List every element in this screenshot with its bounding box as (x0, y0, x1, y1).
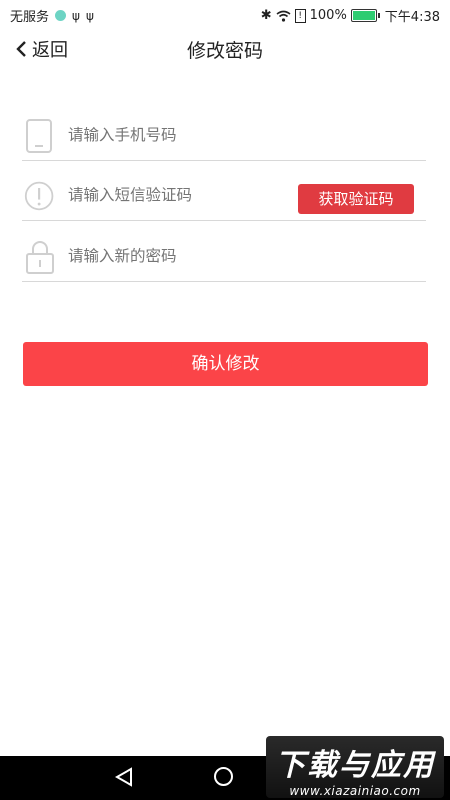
status-left: 无服务 ψ ψ (10, 6, 94, 26)
phone-field (22, 104, 426, 161)
watermark-main: 下载与应用 (275, 748, 435, 783)
code-field: 获取验证码 (22, 164, 426, 221)
exclamation-circle-icon (24, 181, 54, 211)
battery-icon (350, 9, 380, 22)
usb-icon: ψ (85, 8, 94, 23)
phone-icon (26, 119, 52, 153)
sms-code-input[interactable] (68, 186, 298, 204)
header: 返回 修改密码 (0, 28, 450, 68)
watermark-logo: 下载与应用 www.xiazainiao.com (266, 736, 444, 798)
home-circle-icon[interactable] (214, 767, 233, 786)
confirm-button[interactable]: 确认修改 (23, 342, 428, 386)
password-field (22, 225, 426, 282)
alert-icon: ! (294, 8, 306, 23)
status-right: ✱ ! 100% 下午4:38 (261, 6, 440, 25)
battery-fill (352, 11, 375, 20)
battery-percent: 100% (309, 8, 347, 23)
status-bar: 无服务 ψ ψ ✱ ! 100% 下午4:38 (0, 0, 450, 28)
phone-input[interactable] (68, 126, 298, 144)
back-triangle-icon[interactable] (113, 766, 135, 788)
page-title: 修改密码 (186, 40, 263, 62)
time-text: 下午4:38 (384, 10, 440, 25)
carrier-text: 无服务 (10, 10, 50, 25)
watermark-sub: www.xiazainiao.com (289, 784, 421, 798)
get-code-button[interactable]: 获取验证码 (298, 184, 414, 214)
app-dot-icon (55, 10, 67, 21)
wifi-icon (276, 10, 291, 22)
bluetooth-icon: ✱ (260, 8, 272, 23)
new-password-input[interactable] (68, 247, 298, 265)
usb-icon: ψ (72, 8, 80, 23)
lock-icon (26, 241, 54, 274)
